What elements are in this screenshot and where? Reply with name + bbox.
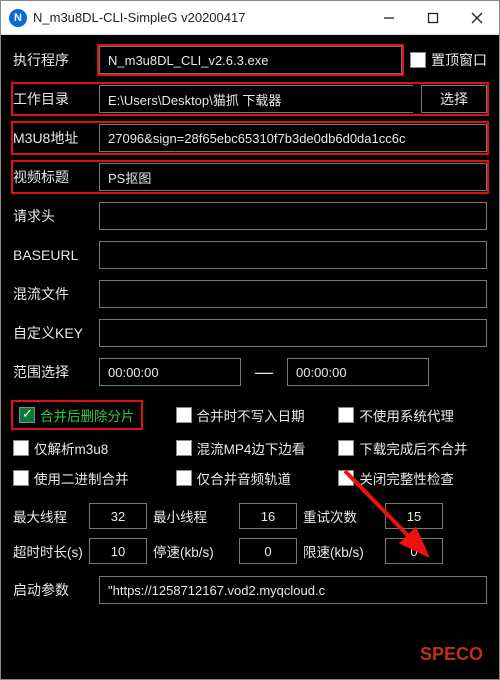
checkbox-icon (338, 470, 354, 486)
workdir-label: 工作目录 (13, 89, 91, 109)
app-window: N N_m3u8DL-CLI-SimpleG v20200417 执行程序 N_… (0, 0, 500, 680)
row-range: 范围选择 00:00:00 — 00:00:00 (13, 357, 487, 387)
checkbox-icon (13, 470, 29, 486)
title-input[interactable]: PS抠图 (99, 163, 487, 191)
window-title: N_m3u8DL-CLI-SimpleG v20200417 (33, 10, 367, 25)
row-workdir: 工作目录 E:\Users\Desktop\猫抓 下载器 选择 (13, 84, 487, 114)
checkbox-icon (176, 470, 192, 486)
checkbox-icon (19, 407, 35, 423)
key-input[interactable] (99, 319, 487, 347)
max-threads-input[interactable]: 32 (89, 503, 147, 529)
row-exec: 执行程序 N_m3u8DL_CLI_v2.6.3.exe 置顶窗口 (13, 45, 487, 75)
range-end-input[interactable]: 00:00:00 (287, 358, 429, 386)
chk-label: 仅合并音频轨道 (197, 468, 292, 488)
checkbox-icon (176, 440, 192, 456)
m3u8-label: M3U8地址 (13, 128, 91, 148)
stop-speed-label: 停速(kb/s) (153, 541, 233, 561)
min-threads-input[interactable]: 16 (239, 503, 297, 529)
mux-input[interactable] (99, 280, 487, 308)
checkbox-icon (338, 407, 354, 423)
row-mux: 混流文件 (13, 279, 487, 309)
checkbox-grid: 合并后删除分片 合并时不写入日期 不使用系统代理 仅解析m3u8 混流MP4边下… (13, 402, 487, 488)
launch-label: 启动参数 (13, 580, 91, 600)
watermark: SPECO (420, 644, 483, 665)
chk-parse-only[interactable]: 仅解析m3u8 (13, 438, 162, 458)
min-threads-label: 最小线程 (153, 506, 233, 526)
row-title: 视频标题 PS抠图 (13, 162, 487, 192)
exec-label: 执行程序 (13, 50, 91, 70)
chk-no-system-proxy[interactable]: 不使用系统代理 (338, 402, 487, 428)
m3u8-input[interactable]: 27096&sign=28f65ebc65310f7b3de0db6d0da1c… (99, 124, 487, 152)
row-key: 自定义KEY (13, 318, 487, 348)
chk-label: 混流MP4边下边看 (197, 438, 306, 458)
num-row-2: 超时时长(s) 10 停速(kb/s) 0 限速(kb/s) 0 (13, 538, 487, 564)
row-launch: 启动参数 "https://1258712167.vod2.myqcloud.c (13, 575, 487, 605)
checkbox-icon (176, 407, 192, 423)
chk-label: 下载完成后不合并 (359, 438, 467, 458)
chk-disable-integrity[interactable]: 关闭完整性检查 (338, 468, 487, 488)
minimize-button[interactable] (367, 1, 411, 35)
launch-input[interactable]: "https://1258712167.vod2.myqcloud.c (99, 576, 487, 604)
checkbox-icon (338, 440, 354, 456)
chk-label: 使用二进制合并 (34, 468, 129, 488)
retry-input[interactable]: 15 (385, 503, 443, 529)
max-threads-label: 最大线程 (13, 506, 83, 526)
maximize-icon (427, 12, 439, 24)
row-header: 请求头 (13, 201, 487, 231)
titlebar[interactable]: N N_m3u8DL-CLI-SimpleG v20200417 (1, 1, 499, 35)
mux-label: 混流文件 (13, 284, 91, 304)
stop-speed-input[interactable]: 0 (239, 538, 297, 564)
range-dash: — (249, 362, 279, 383)
pin-label: 置顶窗口 (431, 50, 487, 70)
row-m3u8: M3U8地址 27096&sign=28f65ebc65310f7b3de0db… (13, 123, 487, 153)
chk-no-date-on-merge[interactable]: 合并时不写入日期 (176, 402, 325, 428)
exec-input[interactable]: N_m3u8DL_CLI_v2.6.3.exe (99, 46, 402, 74)
chk-delete-after-merge[interactable]: 合并后删除分片 (13, 402, 141, 428)
minimize-icon (383, 12, 395, 24)
choose-button[interactable]: 选择 (421, 85, 487, 113)
range-start-input[interactable]: 00:00:00 (99, 358, 241, 386)
pin-window-checkbox[interactable]: 置顶窗口 (410, 50, 487, 70)
body: 执行程序 N_m3u8DL_CLI_v2.6.3.exe 置顶窗口 工作目录 E… (1, 35, 499, 679)
row-baseurl: BASEURL (13, 240, 487, 270)
app-icon: N (9, 9, 27, 27)
header-input[interactable] (99, 202, 487, 230)
checkbox-icon (13, 440, 29, 456)
key-label: 自定义KEY (13, 323, 91, 343)
chk-no-merge-after[interactable]: 下载完成后不合并 (338, 438, 487, 458)
chk-mux-mp4-play[interactable]: 混流MP4边下边看 (176, 438, 325, 458)
close-button[interactable] (455, 1, 499, 35)
workdir-input[interactable]: E:\Users\Desktop\猫抓 下载器 (99, 85, 413, 113)
chk-label: 仅解析m3u8 (34, 438, 108, 458)
timeout-label: 超时时长(s) (13, 541, 83, 561)
chk-label: 合并时不写入日期 (197, 405, 305, 425)
checkbox-icon (410, 52, 426, 68)
chk-label: 合并后删除分片 (40, 405, 135, 425)
close-icon (471, 12, 483, 24)
range-label: 范围选择 (13, 362, 91, 382)
chk-binary-merge[interactable]: 使用二进制合并 (13, 468, 162, 488)
chk-label: 不使用系统代理 (359, 405, 454, 425)
baseurl-input[interactable] (99, 241, 487, 269)
chk-label: 关闭完整性检查 (359, 468, 454, 488)
chk-audio-only[interactable]: 仅合并音频轨道 (176, 468, 325, 488)
retry-label: 重试次数 (303, 506, 379, 526)
header-label: 请求头 (13, 206, 91, 226)
title-label: 视频标题 (13, 167, 91, 187)
maximize-button[interactable] (411, 1, 455, 35)
timeout-input[interactable]: 10 (89, 538, 147, 564)
limit-speed-label: 限速(kb/s) (303, 541, 379, 561)
baseurl-label: BASEURL (13, 247, 91, 263)
num-row-1: 最大线程 32 最小线程 16 重试次数 15 (13, 503, 487, 529)
limit-speed-input[interactable]: 0 (385, 538, 443, 564)
